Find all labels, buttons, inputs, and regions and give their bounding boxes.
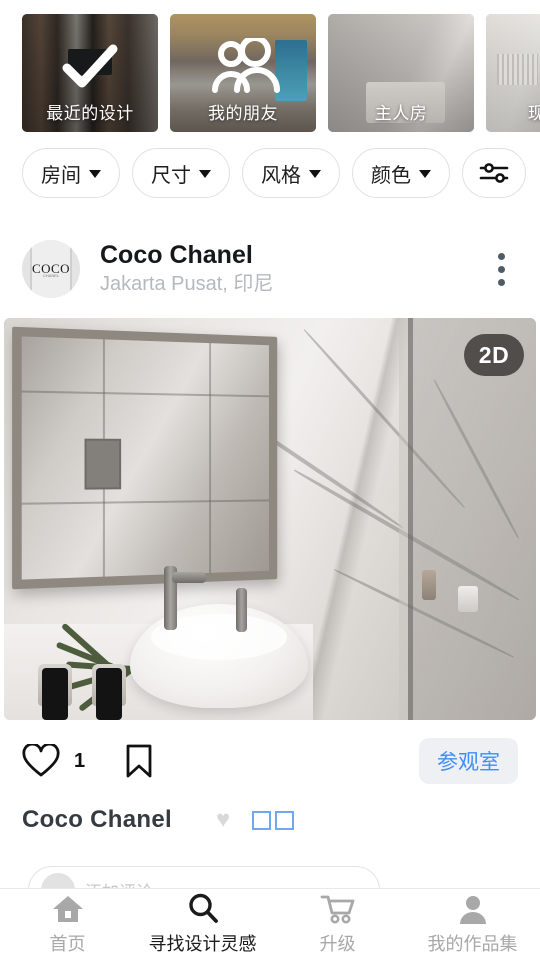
filter-chip-size[interactable]: 尺寸	[132, 148, 230, 198]
mirror-niche	[85, 439, 122, 490]
mirror-tile-line	[209, 343, 210, 573]
unsupported-glyph-boxes	[252, 811, 294, 830]
category-card-label: 最近的设计	[22, 99, 158, 124]
app-root: 最近的设计 我的朋友 主人房 现代厨 房间 尺寸	[0, 0, 540, 960]
mirror-tile-line	[22, 390, 269, 396]
avatar-sublabel: CHANEL	[22, 273, 80, 278]
kebab-dot	[498, 266, 505, 273]
person-icon	[458, 894, 488, 924]
nav-label: 首页	[50, 930, 86, 956]
nav-item-upgrade[interactable]: 升级	[270, 889, 405, 960]
chevron-down-icon	[309, 170, 321, 178]
post-caption: Coco Chanel ♥	[22, 800, 518, 840]
soap-dispenser	[422, 570, 436, 600]
chevron-down-icon	[89, 170, 101, 178]
cart-icon	[320, 894, 356, 924]
search-icon	[187, 894, 219, 924]
filter-chip-label: 风格	[261, 159, 301, 188]
filter-chip-room[interactable]: 房间	[22, 148, 120, 198]
small-jar	[458, 586, 478, 612]
post-username[interactable]: Coco Chanel	[100, 241, 484, 270]
filter-chip-label: 房间	[41, 159, 81, 188]
heart-outline-icon[interactable]	[22, 744, 60, 778]
toiletry-bottle	[42, 668, 68, 720]
filter-chip-label: 尺寸	[151, 159, 191, 188]
home-icon	[51, 894, 85, 924]
post-header-text: Coco Chanel Jakarta Pusat, 印尼	[100, 241, 484, 297]
visit-room-button[interactable]: 参观室	[419, 738, 518, 784]
faucet	[164, 566, 177, 630]
shower-glass-panel	[408, 318, 536, 720]
secondary-spout	[236, 588, 247, 632]
post-location: Jakarta Pusat, 印尼	[100, 271, 484, 297]
filter-bar: 房间 尺寸 风格 颜色	[22, 148, 526, 198]
kebab-menu-icon[interactable]	[484, 246, 518, 292]
category-card-my-friends[interactable]: 我的朋友	[170, 14, 316, 132]
category-card-label: 主人房	[328, 99, 474, 124]
post-image[interactable]: 2D	[4, 318, 536, 720]
check-icon	[62, 43, 118, 89]
tofu-box	[252, 811, 271, 830]
category-card-label: 我的朋友	[170, 99, 316, 124]
caption-name: Coco Chanel	[22, 806, 172, 834]
chevron-down-icon	[419, 170, 431, 178]
category-card-master-bedroom[interactable]: 主人房	[328, 14, 474, 132]
avatar[interactable]: COCO CHANEL	[22, 240, 80, 298]
filter-chip-color[interactable]: 颜色	[352, 148, 450, 198]
post-action-bar: 1 参观室	[22, 735, 518, 787]
sliders-icon	[479, 162, 509, 184]
heart-emoji-icon: ♥	[216, 806, 230, 834]
tofu-box	[275, 811, 294, 830]
mirror	[12, 327, 277, 590]
friends-icon	[201, 38, 285, 94]
post-header: COCO CHANEL Coco Chanel Jakarta Pusat, 印…	[22, 236, 518, 302]
chevron-down-icon	[199, 170, 211, 178]
bookmark-outline-icon[interactable]	[125, 744, 153, 778]
nav-label: 我的作品集	[428, 930, 518, 956]
view-mode-badge[interactable]: 2D	[464, 334, 524, 376]
nav-item-home[interactable]: 首页	[0, 889, 135, 960]
kebab-dot	[498, 253, 505, 260]
toiletry-bottle	[96, 668, 122, 720]
category-carousel[interactable]: 最近的设计 我的朋友 主人房 现代厨	[0, 14, 540, 132]
nav-label: 寻找设计灵感	[149, 930, 257, 956]
bottom-navigation: 首页 寻找设计灵感 升级 我的作品集	[0, 888, 540, 960]
mirror-tile-line	[22, 499, 269, 504]
nav-label: 升级	[320, 930, 356, 956]
nav-item-my-portfolio[interactable]: 我的作品集	[405, 889, 540, 960]
category-card-modern-kitchen[interactable]: 现代厨	[486, 14, 540, 132]
category-card-recent-designs[interactable]: 最近的设计	[22, 14, 158, 132]
kebab-dot	[498, 279, 505, 286]
filter-chip-style[interactable]: 风格	[242, 148, 340, 198]
nav-item-find-inspiration[interactable]: 寻找设计灵感	[135, 889, 270, 960]
like-count: 1	[74, 750, 85, 773]
filter-advanced-button[interactable]	[462, 148, 526, 198]
category-card-label: 现代厨	[486, 99, 540, 124]
filter-chip-label: 颜色	[371, 159, 411, 188]
